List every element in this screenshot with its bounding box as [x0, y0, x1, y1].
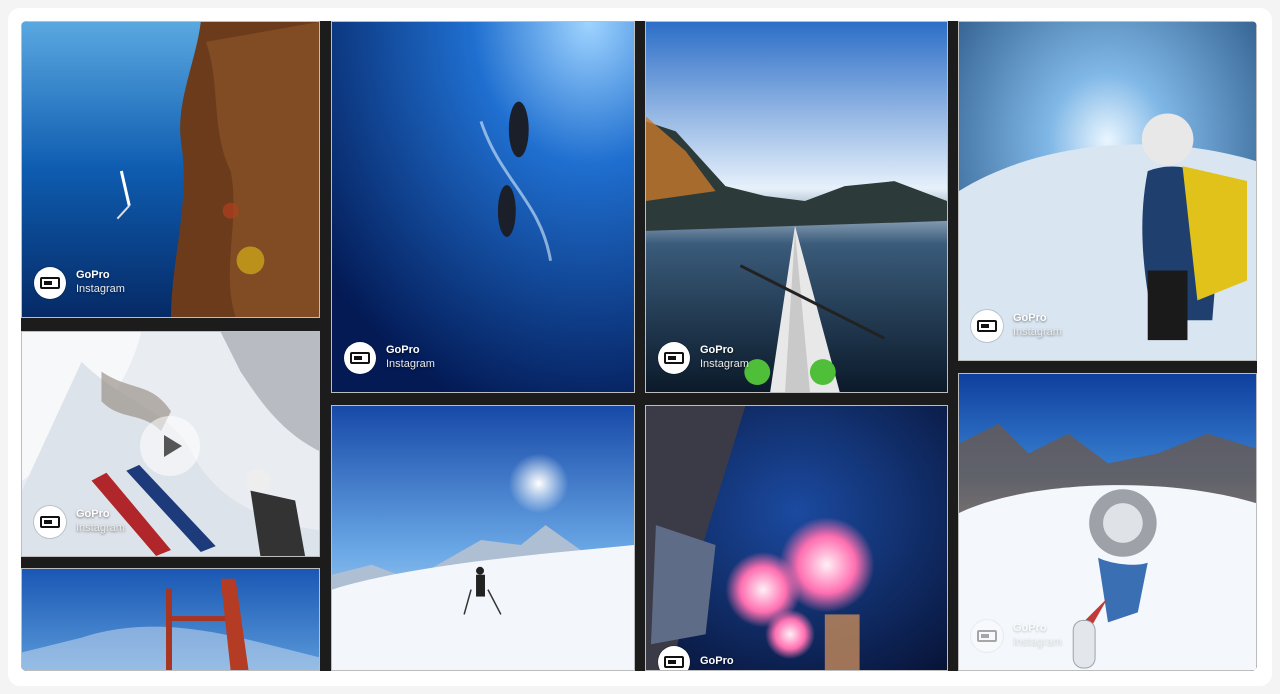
author-name: GoPro: [386, 344, 420, 357]
tile-ice-cave[interactable]: GoPro Instagram: [958, 21, 1257, 361]
attribution: GoPro Instagram: [34, 506, 125, 538]
gopro-logo-icon: [658, 342, 690, 374]
source-label: Instagram: [700, 358, 749, 370]
attribution: GoPro: [658, 646, 734, 670]
author-name: GoPro: [700, 655, 734, 668]
attribution: GoPro Instagram: [658, 342, 749, 374]
author-name: GoPro: [1013, 622, 1047, 635]
gopro-logo-icon: [971, 620, 1003, 652]
tile-skier-cliff[interactable]: GoPro Instagram: [21, 331, 320, 557]
gopro-logo-icon: [344, 342, 376, 374]
fireworks-image: [646, 406, 947, 670]
tile-mountain-hikers[interactable]: [331, 405, 635, 671]
author-name: GoPro: [1013, 312, 1047, 325]
source-label: Instagram: [76, 522, 125, 534]
gopro-logo-icon: [34, 506, 66, 538]
source-label: Instagram: [1013, 326, 1062, 338]
source-label: Instagram: [76, 283, 125, 295]
play-button[interactable]: [140, 416, 200, 476]
play-icon: [163, 435, 182, 457]
gopro-logo-icon: [971, 310, 1003, 342]
tile-freediver[interactable]: GoPro Instagram: [21, 21, 320, 318]
red-structure-image: [22, 569, 319, 670]
attribution: GoPro Instagram: [34, 267, 125, 299]
sea-lions-image: [332, 22, 634, 392]
gallery-frame: GoPro Instagram GoPro Instagram GoPro In…: [8, 8, 1272, 686]
tile-snowboarder[interactable]: GoPro Instagram: [958, 373, 1257, 671]
gopro-logo-icon: [34, 267, 66, 299]
gopro-logo-icon: [658, 646, 690, 670]
attribution: GoPro Instagram: [971, 310, 1062, 342]
source-label: Instagram: [1013, 636, 1062, 648]
tile-sea-lions[interactable]: GoPro Instagram: [331, 21, 635, 393]
attribution: GoPro Instagram: [971, 620, 1062, 652]
tile-red-structure[interactable]: [21, 568, 320, 671]
tile-kayak[interactable]: GoPro Instagram: [645, 21, 948, 393]
attribution: GoPro Instagram: [344, 342, 435, 374]
kayak-image: [646, 22, 947, 392]
tile-fireworks[interactable]: GoPro: [645, 405, 948, 671]
media-grid: GoPro Instagram GoPro Instagram GoPro In…: [21, 21, 1257, 671]
author-name: GoPro: [76, 508, 110, 521]
author-name: GoPro: [76, 269, 110, 282]
source-label: Instagram: [386, 358, 435, 370]
mountain-hikers-image: [332, 406, 634, 670]
author-name: GoPro: [700, 344, 734, 357]
